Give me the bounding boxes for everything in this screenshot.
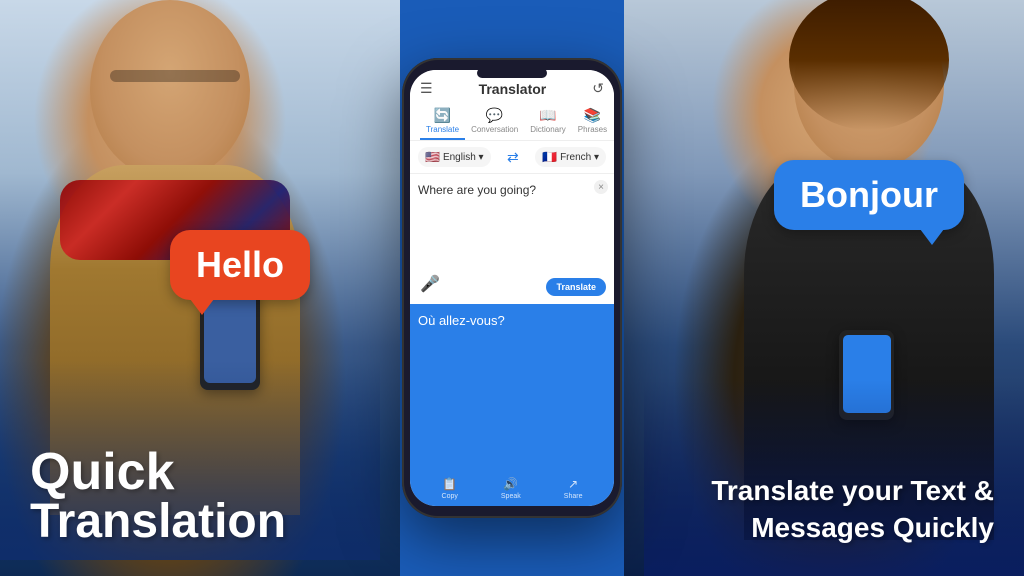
share-button[interactable]: ↗ Share	[564, 477, 583, 500]
app-title: Translator	[479, 81, 547, 97]
left-caption: Quick Translation	[30, 446, 286, 546]
copy-icon: 📋	[442, 477, 457, 491]
hello-bubble: Hello	[170, 230, 310, 300]
phrases-tab-icon: 📚	[584, 107, 601, 124]
tab-conversation[interactable]: 💬 Conversation	[465, 103, 524, 140]
source-lang-label: English ▾	[443, 152, 484, 163]
translate-msg: Translate your Text &Messages Quickly	[711, 473, 994, 546]
phone-notch	[477, 68, 547, 78]
translate-tab-icon: 🔄	[434, 107, 451, 124]
output-area: Où allez-vous? 📋 Copy 🔊 Speak ↗ Share	[410, 304, 614, 506]
copy-button[interactable]: 📋 Copy	[442, 477, 458, 500]
tab-translate-label: Translate	[426, 125, 459, 134]
quick-label: Quick	[30, 446, 286, 498]
history-icon[interactable]: ↺	[592, 80, 604, 97]
share-label: Share	[564, 493, 583, 500]
close-button[interactable]: ×	[594, 180, 608, 194]
right-caption: Translate your Text &Messages Quickly	[711, 473, 994, 546]
app-tabs: 🔄 Translate 💬 Conversation 📖 Dictionary …	[420, 103, 604, 140]
dictionary-tab-icon: 📖	[539, 107, 556, 124]
phone-screen: ☰ Translator ↺ 🔄 Translate 💬 Conversatio…	[410, 70, 614, 506]
hello-text: Hello	[170, 230, 310, 300]
input-area: Where are you going? × 🎤 Translate	[410, 174, 614, 304]
mic-button[interactable]: 🎤	[420, 274, 440, 294]
tab-dictionary[interactable]: 📖 Dictionary	[524, 103, 572, 140]
phone: ☰ Translator ↺ 🔄 Translate 💬 Conversatio…	[402, 58, 622, 518]
tab-conversation-label: Conversation	[471, 125, 518, 134]
tab-translate[interactable]: 🔄 Translate	[420, 103, 465, 140]
output-text: Où allez-vous?	[418, 312, 606, 330]
input-text: Where are you going?	[418, 182, 606, 199]
share-icon: ↗	[568, 477, 578, 491]
bonjour-bubble: Bonjour	[774, 160, 964, 230]
bonjour-text: Bonjour	[774, 160, 964, 230]
translate-button[interactable]: Translate	[546, 278, 606, 296]
target-flag: 🇫🇷	[542, 150, 557, 164]
speak-button[interactable]: 🔊 Speak	[501, 477, 521, 500]
conversation-tab-icon: 💬	[486, 107, 503, 124]
language-selector: 🇺🇸 English ▾ ⇄ 🇫🇷 French ▾	[410, 141, 614, 174]
tab-phrases[interactable]: 📚 Phrases	[572, 103, 613, 140]
target-language-button[interactable]: 🇫🇷 French ▾	[535, 147, 606, 167]
output-actions: 📋 Copy 🔊 Speak ↗ Share	[410, 477, 614, 500]
phone-container: ☰ Translator ↺ 🔄 Translate 💬 Conversatio…	[402, 58, 622, 518]
swap-languages-icon[interactable]: ⇄	[507, 149, 519, 166]
copy-label: Copy	[442, 493, 458, 500]
tab-dictionary-label: Dictionary	[530, 125, 566, 134]
source-language-button[interactable]: 🇺🇸 English ▾	[418, 147, 491, 167]
translation-label: Translation	[30, 498, 286, 546]
source-flag: 🇺🇸	[425, 150, 440, 164]
tab-phrases-label: Phrases	[578, 125, 607, 134]
speak-icon: 🔊	[503, 477, 518, 491]
hamburger-icon[interactable]: ☰	[420, 80, 433, 97]
app-header: ☰ Translator ↺ 🔄 Translate 💬 Conversatio…	[410, 70, 614, 141]
speak-label: Speak	[501, 493, 521, 500]
target-lang-label: French ▾	[560, 152, 599, 163]
